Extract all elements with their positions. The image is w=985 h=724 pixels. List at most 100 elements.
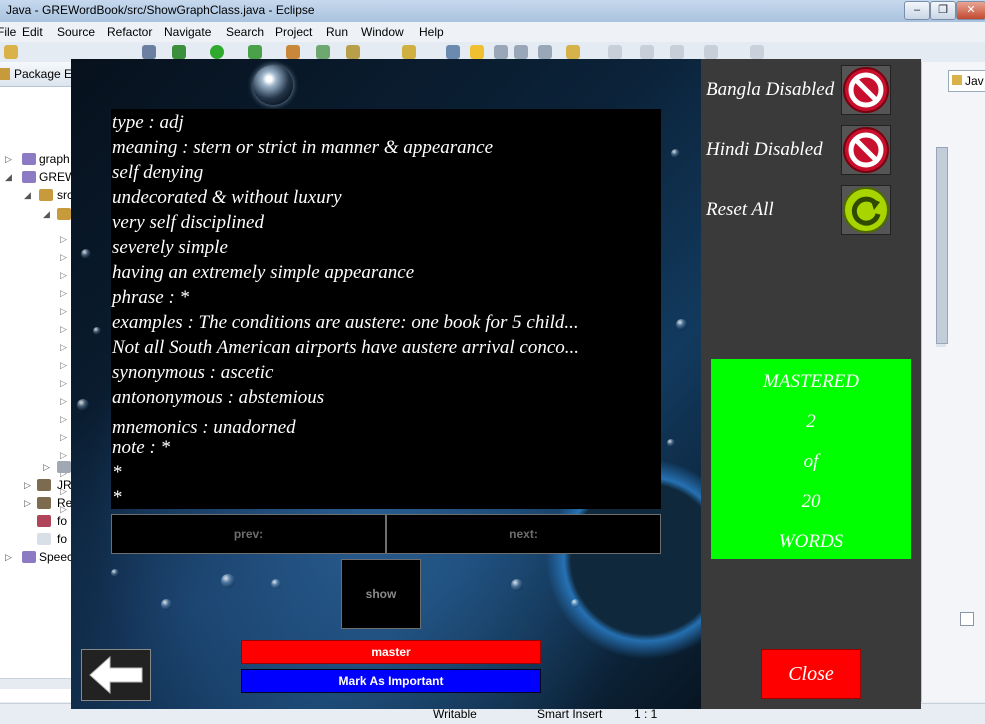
right-side-panel: Jav xyxy=(921,62,985,702)
next-button[interactable]: next: xyxy=(386,514,661,554)
refresh-icon[interactable] xyxy=(316,45,330,59)
menu-edit[interactable]: Edit xyxy=(22,25,43,39)
open-type-icon[interactable] xyxy=(346,45,360,59)
reset-all-button[interactable] xyxy=(841,185,891,235)
menu-window[interactable]: Window xyxy=(361,25,404,39)
bangla-toggle-button[interactable] xyxy=(841,65,891,115)
collapse-icon[interactable]: ◢ xyxy=(5,172,15,182)
horizontal-scrollbar[interactable] xyxy=(0,678,71,689)
tree-item[interactable]: JR xyxy=(57,478,72,492)
bubble-decoration xyxy=(271,579,281,589)
open-perspective-icon[interactable] xyxy=(750,45,764,59)
note-line: * xyxy=(112,462,122,483)
window-title: Java - GREWordBook/src/ShowGraphClass.ja… xyxy=(6,3,315,17)
menu-help[interactable]: Help xyxy=(419,25,444,39)
project-icon xyxy=(22,153,36,165)
water-drop-decoration xyxy=(253,65,293,105)
bubble-decoration xyxy=(671,149,680,158)
cursor-position-status: 1 : 1 xyxy=(634,707,658,721)
maximize-view-icon[interactable] xyxy=(960,612,974,626)
maximize-button[interactable]: ❐ xyxy=(930,1,956,20)
mastered-label: MASTERED xyxy=(762,371,860,392)
bangla-label: Bangla Disabled xyxy=(706,79,835,100)
menu-source[interactable]: Source xyxy=(57,25,95,39)
new-icon[interactable] xyxy=(4,45,18,59)
expand-icon[interactable]: ▷ xyxy=(5,552,15,562)
package-explorer: Package Ex ▷ graph ◢ GREW ◢ src ◢ ▷ ▷ ▷ ▷ ▷ ▷… xyxy=(0,62,78,702)
back-icon[interactable] xyxy=(640,45,654,59)
explorer-tab-label: Package Ex xyxy=(14,67,79,81)
note-line: * xyxy=(112,487,122,508)
prev-annotation-icon[interactable] xyxy=(608,45,622,59)
run-icon[interactable] xyxy=(210,45,224,59)
expand-icon[interactable]: ▷ xyxy=(24,498,34,508)
scrollbar-thumb[interactable] xyxy=(936,147,948,344)
meaning-line: severely simple xyxy=(112,237,228,258)
prev-button[interactable]: prev: xyxy=(111,514,386,554)
close-window-button[interactable]: ✕ xyxy=(956,1,985,20)
insert-mode-status: Smart Insert xyxy=(537,707,603,721)
archive-icon xyxy=(37,515,51,527)
library-icon xyxy=(37,497,51,509)
reset-label: Reset All xyxy=(706,199,774,220)
paragraph-icon[interactable] xyxy=(538,45,552,59)
forward-dropdown-icon[interactable] xyxy=(704,45,718,59)
highlight-icon[interactable] xyxy=(470,45,484,59)
menu-refactor[interactable]: Refactor xyxy=(107,25,152,39)
menu-navigate[interactable]: Navigate xyxy=(164,25,211,39)
expand-icon[interactable]: ▷ xyxy=(24,480,34,490)
java-perspective-icon xyxy=(952,75,962,85)
close-button[interactable]: Close xyxy=(761,649,861,699)
expand-icon[interactable]: ▷ xyxy=(5,154,15,164)
debug-icon[interactable] xyxy=(172,45,186,59)
block-icon[interactable] xyxy=(514,45,528,59)
hindi-toggle-button[interactable] xyxy=(841,125,891,175)
edit-icon[interactable] xyxy=(402,45,416,59)
menu-search[interactable]: Search xyxy=(226,25,264,39)
bubble-decoration xyxy=(81,249,91,259)
expand-icon[interactable]: ▷ xyxy=(43,462,53,472)
toggle-icon[interactable] xyxy=(494,45,508,59)
source-folder-icon xyxy=(39,189,53,201)
meaning-line: undecorated & without luxury xyxy=(112,187,342,208)
hindi-label: Hindi Disabled xyxy=(706,139,823,160)
bubble-decoration xyxy=(161,599,172,610)
word-note: note : * xyxy=(112,437,171,458)
master-button[interactable]: master xyxy=(241,640,541,664)
annotation-icon[interactable] xyxy=(446,45,460,59)
word-antonym: antononymous : abstemious xyxy=(112,387,325,408)
mark-important-button[interactable]: Mark As Important xyxy=(241,669,541,693)
word-book-app: type : adj meaning : stern or strict in … xyxy=(71,59,921,709)
package-explorer-tab[interactable]: Package Ex xyxy=(0,62,78,87)
tree-item[interactable]: Speec xyxy=(39,550,73,564)
bubble-decoration xyxy=(676,319,687,330)
back-button[interactable] xyxy=(81,649,151,701)
tree-item[interactable]: graph xyxy=(39,152,70,166)
word-type: type : adj xyxy=(112,112,184,133)
bubble-decoration xyxy=(77,399,89,411)
menu-run[interactable]: Run xyxy=(326,25,348,39)
search-icon[interactable] xyxy=(142,45,156,59)
words-label: WORDS xyxy=(778,531,844,552)
collapse-icon[interactable]: ◢ xyxy=(24,190,34,200)
word-phrase: phrase : * xyxy=(112,287,190,308)
tree-item[interactable]: fo xyxy=(57,532,67,546)
external-tools-icon[interactable] xyxy=(248,45,262,59)
show-button[interactable]: show xyxy=(341,559,421,629)
minimize-button[interactable]: – xyxy=(904,1,930,20)
collapse-icon[interactable]: ◢ xyxy=(43,209,53,219)
word-meaning: meaning : stern or strict in manner & ap… xyxy=(112,137,494,158)
menu-project[interactable]: Project xyxy=(275,25,312,39)
meaning-line: having an extremely simple appearance xyxy=(112,262,415,283)
forward-icon[interactable] xyxy=(670,45,684,59)
no-entry-icon xyxy=(843,67,889,113)
tree-item[interactable]: fo xyxy=(57,514,67,528)
pin-icon[interactable] xyxy=(566,45,580,59)
menu-file[interactable]: File xyxy=(0,25,16,39)
new-class-icon[interactable] xyxy=(286,45,300,59)
bubble-decoration xyxy=(221,574,235,588)
package-icon xyxy=(0,68,10,80)
writable-status: Writable xyxy=(433,707,477,721)
library-icon xyxy=(57,461,71,473)
perspective-switcher[interactable]: Jav xyxy=(948,70,985,92)
